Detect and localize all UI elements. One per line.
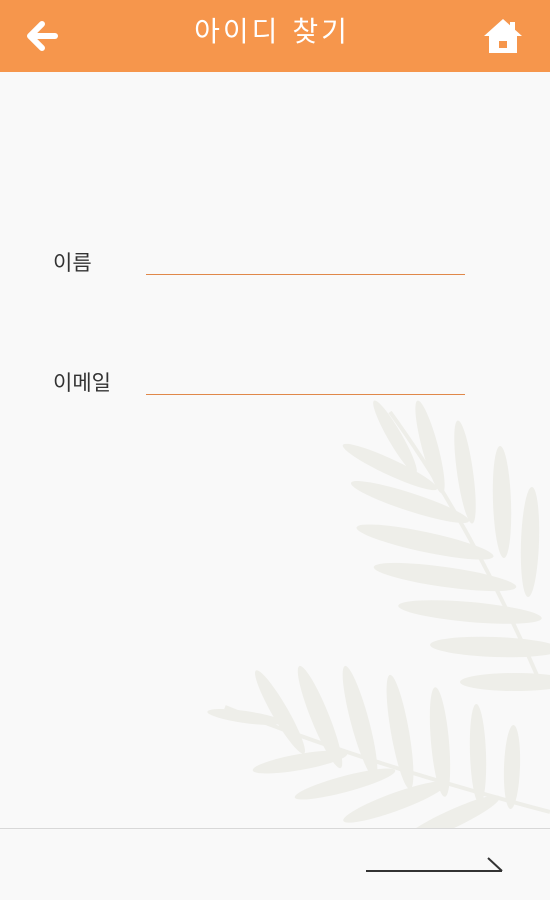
name-input[interactable]	[146, 245, 465, 275]
app-bar: 아이디 찾기	[0, 0, 550, 72]
email-label: 이메일	[53, 371, 111, 395]
next-button[interactable]	[360, 851, 508, 881]
name-label: 이름	[53, 251, 92, 275]
long-arrow-right-icon	[366, 857, 503, 872]
palm-leaf-decoration	[207, 400, 550, 828]
page-title: 아이디 찾기	[194, 15, 350, 48]
home-icon	[484, 19, 522, 53]
find-id-form: 이름 이메일	[0, 72, 550, 828]
home-button[interactable]	[482, 16, 524, 56]
email-input[interactable]	[146, 365, 465, 395]
bottom-bar	[0, 828, 550, 900]
